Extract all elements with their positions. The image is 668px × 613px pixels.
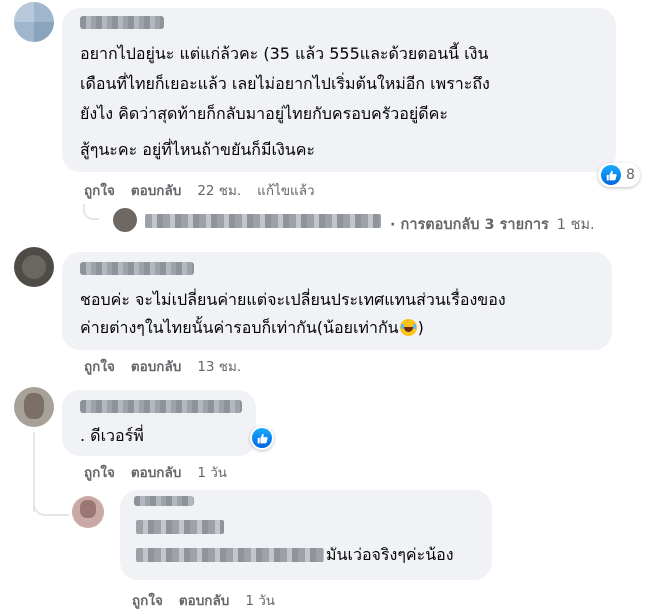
reply-button[interactable]: ตอบกลับ — [131, 183, 181, 199]
comment-text-blurred — [136, 520, 224, 534]
timestamp[interactable]: 22 ชม. — [197, 183, 241, 199]
comment-text-line: สู้ๆนะคะ อยู่ที่ไหนถ้าขยันก็มีเงินคะ — [80, 140, 316, 159]
replies-time: 1 ชม. — [556, 217, 595, 233]
like-button[interactable]: ถูกใจ — [84, 183, 115, 199]
reaction-count: 8 — [626, 167, 635, 183]
timestamp[interactable]: 1 วัน — [197, 465, 227, 481]
comment-actions: ถูกใจ ตอบกลับ 22 ชม. แก้ไขแล้ว — [84, 179, 331, 201]
reaction-badge[interactable] — [250, 426, 274, 450]
avatar[interactable] — [14, 387, 54, 427]
thumbs-up-icon — [601, 165, 621, 185]
comment-text-line: อยากไปอยู่นะ แต่แก่ล้วคะ (35 แล้ว 555และ… — [80, 44, 489, 63]
comment-actions: ถูกใจ ตอบกลับ 1 วัน — [132, 589, 291, 611]
laughing-emoji-icon — [399, 319, 417, 336]
timestamp[interactable]: 13 ชม. — [197, 359, 241, 375]
commenter-name-blurred[interactable] — [80, 262, 194, 275]
comment-bubble: . ดีเวอร์พี่ — [62, 390, 256, 456]
view-replies-link[interactable]: · การตอบกลับ 3 รายการ 1 ชม. — [390, 213, 595, 236]
thumbs-up-icon — [252, 428, 272, 448]
comment-text-line: ค่ายต่างๆในไทยนั้นค่ารอบก็เท่ากัน(น้อยเท… — [80, 318, 424, 337]
reply-button[interactable]: ตอบกลับ — [131, 359, 181, 375]
reaction-badge[interactable]: 8 — [598, 163, 640, 187]
commenter-name-blurred[interactable] — [80, 400, 242, 413]
comment-actions: ถูกใจ ตอบกลับ 13 ชม. — [84, 355, 257, 377]
avatar[interactable] — [14, 247, 54, 287]
replies-summary: · การตอบกลับ 3 รายการ — [390, 217, 549, 233]
like-button[interactable]: ถูกใจ — [84, 359, 115, 375]
avatar[interactable] — [72, 496, 104, 528]
comment-text-line: . ดีเวอร์พี่ — [80, 426, 144, 445]
comment-text-blurred — [136, 548, 324, 562]
thread-line — [83, 204, 99, 220]
comment-actions: ถูกใจ ตอบกลับ 1 วัน — [84, 461, 243, 483]
reply-avatar — [113, 208, 137, 232]
timestamp[interactable]: 1 วัน — [245, 593, 275, 609]
avatar[interactable] — [14, 2, 54, 42]
reply-button[interactable]: ตอบกลับ — [179, 593, 229, 609]
commenter-name-blurred[interactable] — [80, 16, 164, 29]
thread-line — [33, 490, 69, 516]
comment-bubble: อยากไปอยู่นะ แต่แก่ล้วคะ (35 แล้ว 555และ… — [62, 8, 616, 172]
edited-label[interactable]: แก้ไขแล้ว — [257, 183, 314, 199]
comment-text-line: ชอบค่ะ จะไม่เปลี่ยนค่ายแต่จะเปลี่ยนประเท… — [80, 290, 506, 309]
comment-text-line: ยังไง คิดว่าสุดท้ายก็กลับมาอยู่ไทยกับครอ… — [80, 104, 448, 123]
comment-bubble: มันเว่อจริงๆค่ะน้อง — [120, 490, 492, 580]
reply-preview-blurred[interactable] — [101, 208, 383, 236]
commenter-name-blurred[interactable] — [134, 496, 194, 506]
comment-bubble: ชอบค่ะ จะไม่เปลี่ยนค่ายแต่จะเปลี่ยนประเท… — [62, 252, 612, 350]
comment-text-line: เดือนที่ไทยก็เยอะแล้ว เลยไม่อยากไปเริ่มต… — [80, 74, 490, 93]
reply-text-blurred — [145, 214, 381, 228]
like-button[interactable]: ถูกใจ — [84, 465, 115, 481]
like-button[interactable]: ถูกใจ — [132, 593, 163, 609]
comment-text-line: มันเว่อจริงๆค่ะน้อง — [326, 545, 454, 564]
reply-button[interactable]: ตอบกลับ — [131, 465, 181, 481]
